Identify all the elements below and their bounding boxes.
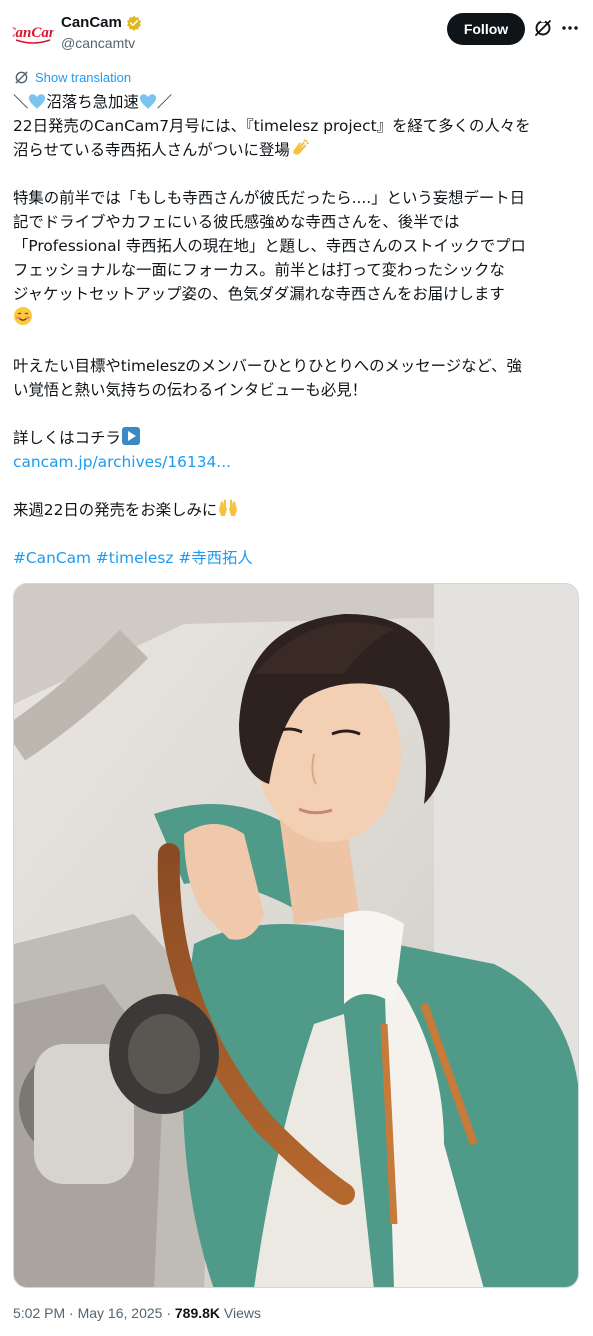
tweet-line-6: 「Professional 寺西拓人の現在地」と題し、寺西さんのストイックでプロ	[13, 237, 526, 255]
hashtag-terani[interactable]: #寺西拓人	[178, 549, 252, 567]
tweet-line-5: 記でドライブやカフェにいる彼氏感強めな寺西さんを、後半では	[13, 213, 460, 231]
tweet-text: ＼	[13, 93, 29, 111]
hashtag-timelesz[interactable]: #timelesz	[96, 549, 174, 567]
views-count: 789.8K	[174, 1305, 221, 1321]
handle[interactable]: @cancamtv	[61, 35, 135, 51]
tweet-line-7: フェッショナルな一面にフォーカス。前半とは打って変わったシックな	[13, 261, 505, 279]
tweet-line-8: ジャケットセットアップ姿の、色気ダダ漏れな寺西さんをお届けします	[13, 285, 505, 303]
article-link[interactable]: cancam.jp/archives/16134...	[13, 453, 231, 471]
blue-heart-icon	[139, 94, 156, 109]
tweet-line-2: 22日発売のCanCam7月号には、『timelesz project』を経て多…	[13, 117, 531, 135]
more-icon[interactable]	[560, 18, 580, 38]
separator: ·	[65, 1305, 78, 1321]
photo-illustration	[14, 584, 578, 1287]
tweet-photo[interactable]	[13, 583, 579, 1288]
raising-hands-icon	[219, 499, 238, 516]
cancam-logo: CanCam	[12, 25, 54, 44]
avatar[interactable]: CanCam	[12, 10, 54, 52]
tweet-text: 沼らせている寺西拓人さんがついに登場	[13, 141, 290, 159]
tweet-meta: 5:02 PM · May 16, 2025 · 789.8K Views	[13, 1305, 261, 1321]
tweet-line-10: い覚悟と熱い気持ちの伝わるインタビューも必見！	[13, 381, 367, 399]
svg-text:CanCam: CanCam	[12, 25, 54, 41]
tweet-line-11: 詳しくはコチラ	[13, 426, 583, 450]
tweet-date[interactable]: May 16, 2025	[78, 1305, 163, 1321]
show-translation-link[interactable]: Show translation	[14, 70, 131, 85]
smiling-face-icon	[14, 307, 32, 325]
tweet-line-4: 特集の前半では「もしも寺西さんが彼氏だったら....」という妄想デート日	[13, 189, 526, 207]
tweet-time[interactable]: 5:02 PM	[13, 1305, 65, 1321]
play-button-icon	[121, 427, 140, 445]
follow-button[interactable]: Follow	[447, 13, 525, 45]
separator: ·	[162, 1305, 175, 1321]
blue-heart-icon	[29, 94, 46, 109]
tweet-line-3: 沼らせている寺西拓人さんがついに登場	[13, 138, 583, 162]
tweet-line-1: ＼ 沼落ち急加速 ／	[13, 90, 583, 114]
hashtags-row: #CanCam #timelesz #寺西拓人	[13, 546, 583, 570]
views-label: Views	[220, 1305, 262, 1321]
tweet-line-12: 来週22日の発売をお楽しみに	[13, 498, 583, 522]
tweet-line-9: 叶えたい目標やtimeleszのメンバーひとりひとりへのメッセージなど、強	[13, 357, 522, 375]
tweet-header: CanCam CanCam @cancamtv Follow	[12, 10, 581, 58]
tweet-line-8b	[13, 306, 583, 330]
tweet-link-row: cancam.jp/archives/16134...	[13, 450, 583, 474]
clapping-hands-icon	[293, 139, 309, 155]
tweet-text: 来週22日の発売をお楽しみに	[13, 501, 218, 519]
verified-badge-icon	[126, 15, 141, 31]
translate-globe-icon	[15, 71, 28, 84]
show-translation-label[interactable]: Show translation	[35, 70, 131, 85]
tweet-text: 詳しくはコチラ	[13, 429, 121, 447]
tweet-text: ／	[156, 93, 173, 111]
display-name[interactable]: CanCam	[61, 14, 122, 31]
grok-icon[interactable]	[533, 18, 553, 38]
hashtag-cancam[interactable]: #CanCam	[13, 549, 91, 567]
tweet-text: 沼落ち急加速	[46, 93, 139, 111]
